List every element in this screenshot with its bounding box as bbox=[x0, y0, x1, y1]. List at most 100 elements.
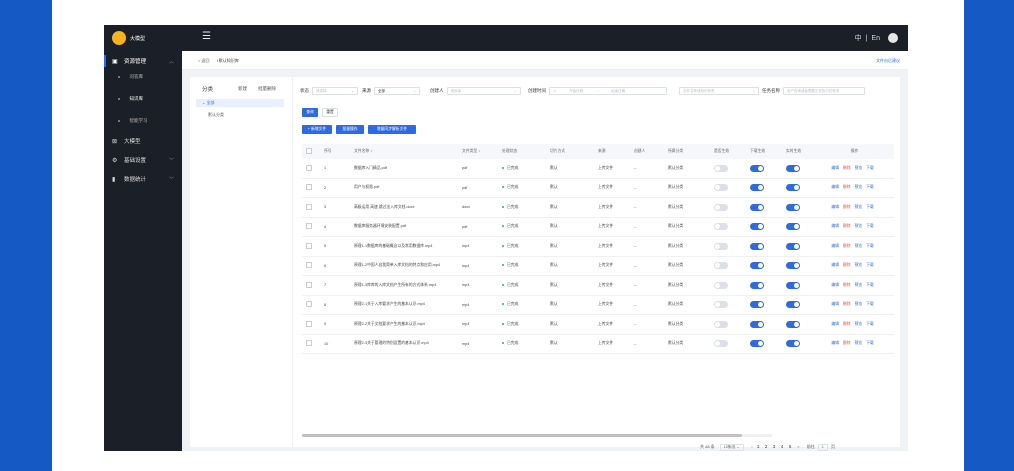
delete-link[interactable]: 删除 bbox=[843, 185, 851, 189]
select-all-checkbox[interactable] bbox=[306, 148, 312, 154]
suggestion-link[interactable]: 文件向后建议 bbox=[876, 58, 900, 64]
download-toggle[interactable] bbox=[750, 262, 764, 270]
table-row[interactable]: 1 数据库入门精品.pdf pdf 已完成 默认 上传文件 -- 默认分类 编辑 删除 预览 下载 bbox=[302, 159, 894, 179]
delete-link[interactable]: 删除 bbox=[843, 302, 851, 306]
download-link[interactable]: 下载 bbox=[866, 205, 874, 209]
download-toggle[interactable] bbox=[750, 281, 764, 289]
download-link[interactable]: 下载 bbox=[866, 166, 874, 170]
row-checkbox[interactable] bbox=[306, 223, 312, 230]
row-checkbox[interactable] bbox=[306, 262, 312, 269]
search-input[interactable]: 文件名称或知识标签 ⌕ bbox=[679, 87, 759, 95]
back-link[interactable]: < 返回 bbox=[198, 58, 209, 63]
effective-toggle[interactable] bbox=[714, 164, 728, 172]
effective-toggle[interactable] bbox=[714, 242, 728, 250]
horizontal-scrollbar[interactable] bbox=[302, 434, 772, 437]
category-item-default[interactable]: 默认分类 bbox=[208, 112, 224, 118]
batch-delete-button[interactable]: 批量删除 bbox=[258, 86, 276, 92]
source-select[interactable]: 全部 ⌄ bbox=[374, 87, 420, 95]
batch-ops-button[interactable]: 批量操作 bbox=[336, 125, 364, 134]
page-number[interactable]: 5 bbox=[786, 444, 794, 449]
download-link[interactable]: 下载 bbox=[866, 341, 874, 345]
realtime-toggle[interactable] bbox=[786, 203, 800, 211]
delete-link[interactable]: 删除 bbox=[843, 283, 851, 287]
table-row[interactable]: 5 原理1-1数据库的基础概念以及常用数据库.mp4 mp4 已完成 默认 上传文件 -- 默… bbox=[302, 236, 894, 257]
row-checkbox[interactable] bbox=[306, 184, 312, 191]
effective-toggle[interactable] bbox=[714, 184, 728, 192]
realtime-toggle[interactable] bbox=[786, 242, 800, 250]
lang-en-toggle[interactable]: En bbox=[871, 35, 880, 42]
table-row[interactable]: 8 原理2-1关于入库要求产生的基本认识.mp4 mp4 已完成 默认 上传文件 -- 默认分… bbox=[302, 295, 894, 315]
add-category-button[interactable]: 新建 bbox=[238, 86, 247, 92]
edit-link[interactable]: 编辑 bbox=[831, 341, 839, 345]
table-row[interactable]: 10 原理2-3关于管理的特别设置的基本认识.mp4 mp4 已完成 默认 上传文件 -- 默… bbox=[302, 334, 894, 354]
realtime-toggle[interactable] bbox=[786, 223, 800, 231]
download-link[interactable]: 下载 bbox=[866, 244, 874, 248]
table-row[interactable]: 3 高级运用 高速 跳过出入库文档.docx docx 已完成 默认 上传文件 -- 默认分类… bbox=[302, 197, 894, 218]
sync-parse-button[interactable]: 增量同步解析文件 bbox=[368, 125, 416, 134]
download-link[interactable]: 下载 bbox=[866, 302, 874, 306]
reset-button[interactable]: 重置 bbox=[322, 108, 338, 117]
realtime-toggle[interactable] bbox=[786, 340, 800, 348]
task-input[interactable]: 用户查询或者需要正在执行的任务 bbox=[783, 87, 865, 95]
page-number[interactable]: 3 bbox=[770, 444, 778, 449]
delete-link[interactable]: 删除 bbox=[843, 322, 851, 326]
effective-toggle[interactable] bbox=[714, 320, 728, 328]
row-checkbox[interactable] bbox=[306, 301, 312, 308]
realtime-toggle[interactable] bbox=[786, 281, 800, 289]
download-link[interactable]: 下载 bbox=[866, 185, 874, 189]
delete-link[interactable]: 删除 bbox=[843, 263, 851, 267]
download-link[interactable]: 下载 bbox=[866, 283, 874, 287]
row-checkbox[interactable] bbox=[306, 281, 312, 288]
effective-toggle[interactable] bbox=[714, 262, 728, 270]
goto-input[interactable]: 1 bbox=[817, 444, 828, 451]
edit-link[interactable]: 编辑 bbox=[831, 166, 839, 170]
edit-link[interactable]: 编辑 bbox=[831, 283, 839, 287]
download-toggle[interactable] bbox=[750, 301, 764, 309]
download-toggle[interactable] bbox=[750, 184, 764, 192]
preview-link[interactable]: 预览 bbox=[855, 263, 863, 267]
preview-link[interactable]: 预览 bbox=[855, 166, 863, 170]
sidebar-item-resource[interactable]: ▣ 资源管理 ︿ bbox=[104, 55, 182, 67]
effective-toggle[interactable] bbox=[714, 281, 728, 289]
realtime-toggle[interactable] bbox=[786, 184, 800, 192]
edit-link[interactable]: 编辑 bbox=[831, 263, 839, 267]
col-header[interactable]: 文件类型 ↕ bbox=[458, 144, 498, 159]
page-size-select[interactable]: 10条/页 ⌄ bbox=[719, 444, 744, 451]
row-checkbox[interactable] bbox=[306, 320, 312, 327]
effective-toggle[interactable] bbox=[714, 301, 728, 309]
edit-link[interactable]: 编辑 bbox=[831, 185, 839, 189]
sidebar-subitem-qa[interactable]: 问答库 bbox=[118, 74, 143, 80]
page-number[interactable]: 1 bbox=[754, 444, 762, 449]
sidebar-item-model[interactable]: ⊠ 大模型 bbox=[104, 135, 182, 147]
sidebar-subitem-kb[interactable]: 知识库 bbox=[118, 96, 143, 102]
row-checkbox[interactable] bbox=[306, 340, 312, 347]
realtime-toggle[interactable] bbox=[786, 164, 800, 172]
effective-toggle[interactable] bbox=[714, 203, 728, 211]
lang-zh-toggle[interactable]: 中 bbox=[855, 33, 862, 43]
preview-link[interactable]: 预览 bbox=[855, 302, 863, 306]
effective-toggle[interactable] bbox=[714, 223, 728, 231]
table-row[interactable]: 6 原理1-2中国人自我简单入库文档的特点和应用.mp4 mp4 已完成 默认 上传文件 -… bbox=[302, 256, 894, 276]
table-row[interactable]: 4 数据库服务器环境安装配置.pdf pdf 已完成 默认 上传文件 -- 默认分类 编辑 删除预… bbox=[302, 217, 894, 237]
delete-link[interactable]: 删除 bbox=[843, 244, 851, 248]
download-link[interactable]: 下载 bbox=[866, 322, 874, 326]
preview-link[interactable]: 预览 bbox=[855, 224, 863, 228]
delete-link[interactable]: 删除 bbox=[843, 341, 851, 345]
download-link[interactable]: 下载 bbox=[866, 224, 874, 228]
edit-link[interactable]: 编辑 bbox=[831, 322, 839, 326]
row-checkbox[interactable] bbox=[306, 203, 312, 210]
sidebar-item-settings[interactable]: ⚙ 基础设置 ﹀ bbox=[104, 154, 182, 166]
edit-link[interactable]: 编辑 bbox=[831, 302, 839, 306]
download-link[interactable]: 下载 bbox=[866, 263, 874, 267]
preview-link[interactable]: 预览 bbox=[855, 322, 863, 326]
preview-link[interactable]: 预览 bbox=[855, 244, 863, 248]
preview-link[interactable]: 预览 bbox=[855, 185, 863, 189]
delete-link[interactable]: 删除 bbox=[843, 205, 851, 209]
edit-link[interactable]: 编辑 bbox=[831, 244, 839, 248]
realtime-toggle[interactable] bbox=[786, 301, 800, 309]
table-row[interactable]: 7 原理1-3库库的入库文档产生所有的方式体系.mp4 mp4 已完成 默认 上传文件 --… bbox=[302, 275, 894, 296]
status-select[interactable]: 请选择 ⌄ bbox=[312, 87, 358, 95]
download-toggle[interactable] bbox=[750, 223, 764, 231]
avatar[interactable] bbox=[888, 33, 898, 43]
preview-link[interactable]: 预览 bbox=[855, 283, 863, 287]
